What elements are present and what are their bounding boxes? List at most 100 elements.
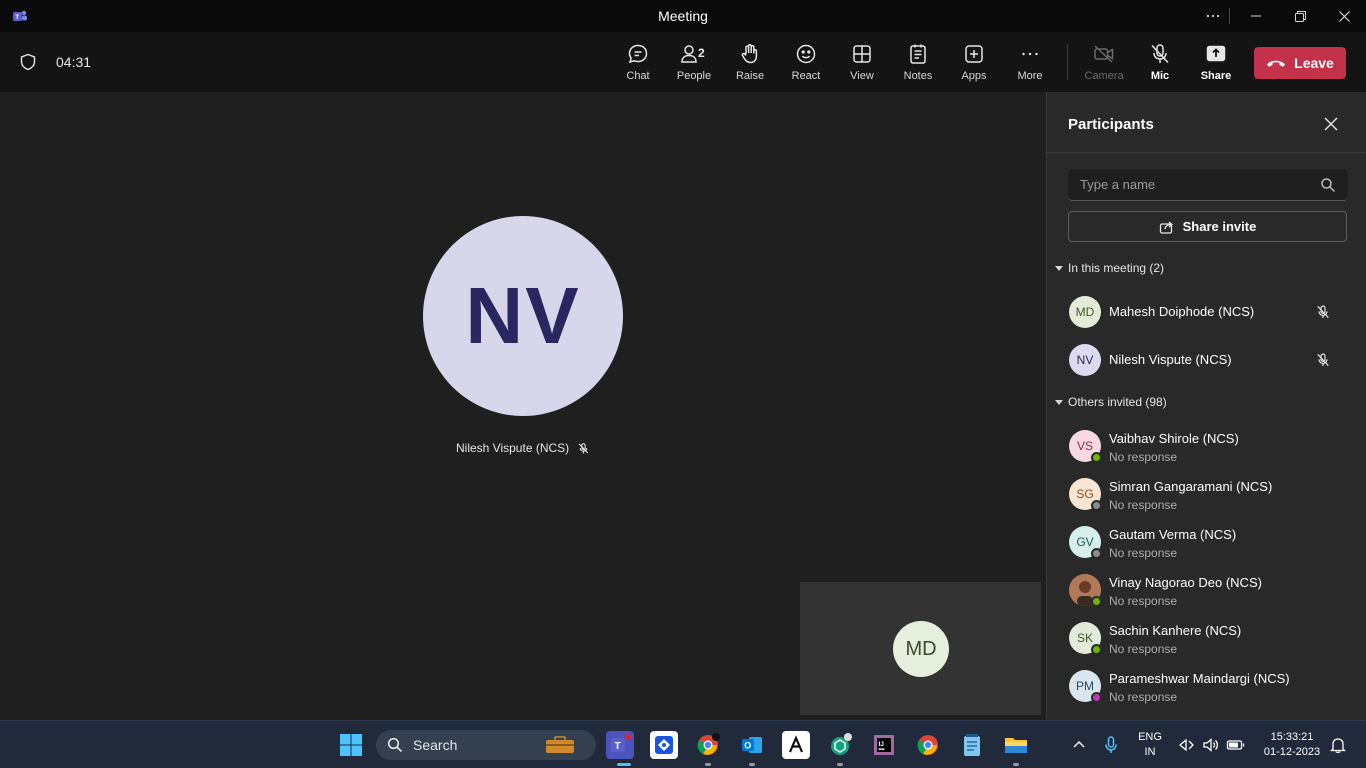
participant-name: Vinay Nagorao Deo (NCS) — [1109, 575, 1262, 590]
presence-offline-icon — [1091, 548, 1102, 559]
participant-name: Vaibhav Shirole (NCS) — [1109, 431, 1239, 446]
mic-label: Mic — [1150, 70, 1170, 82]
chat-button[interactable]: Chat — [612, 42, 664, 88]
outlook-taskbar-icon[interactable]: O — [738, 731, 766, 759]
apps-label: Apps — [961, 70, 987, 82]
participant-name: Simran Gangaramani (NCS) — [1109, 479, 1273, 494]
participant-row[interactable]: MD Mahesh Doiphode (NCS) — [1069, 292, 1359, 332]
participant-search-input[interactable] — [1080, 177, 1310, 192]
mic-off-icon — [1317, 353, 1329, 367]
active-app-indicator — [617, 763, 631, 766]
meeting-timer: 04:31 — [56, 54, 92, 70]
people-label: People — [676, 70, 712, 82]
title-bar: T Meeting — [0, 0, 1366, 32]
invited-participant-row[interactable]: GV Gautam Verma (NCS) No response — [1069, 522, 1359, 562]
share-label: Share — [1200, 70, 1232, 82]
chatgpt-taskbar-icon[interactable] — [826, 731, 854, 759]
chrome-taskbar-icon[interactable] — [914, 731, 942, 759]
windows-start-icon[interactable] — [339, 733, 363, 757]
text-app-taskbar-icon[interactable] — [782, 731, 810, 759]
participant-search[interactable] — [1068, 169, 1348, 201]
presence-offline-icon — [1091, 500, 1102, 511]
participant-name: Sachin Kanhere (NCS) — [1109, 623, 1242, 638]
view-label: View — [850, 70, 874, 82]
chat-icon — [628, 44, 648, 64]
participants-panel: Participants Share invite In this meetin… — [1046, 92, 1366, 720]
participant-status: No response — [1109, 450, 1178, 464]
microphone-icon[interactable] — [1104, 736, 1118, 754]
search-icon — [1321, 178, 1336, 193]
minimize-button[interactable] — [1234, 0, 1278, 32]
invited-participant-row[interactable]: VS Vaibhav Shirole (NCS) No response — [1069, 426, 1359, 466]
others-invited-section-header[interactable]: Others invited (98) — [1055, 395, 1167, 409]
meeting-toolbar: 04:31 Chat 2 People Raise React View Not… — [0, 32, 1366, 94]
panel-title: Participants — [1068, 116, 1154, 133]
notepad-taskbar-icon[interactable] — [958, 731, 986, 759]
self-view-tile[interactable]: MD — [800, 582, 1041, 715]
mic-off-icon — [1151, 44, 1169, 64]
participant-status: No response — [1109, 690, 1178, 704]
presence-dnd-icon — [1091, 692, 1102, 703]
presence-available-icon — [1091, 596, 1102, 607]
share-invite-button[interactable]: Share invite — [1068, 211, 1347, 242]
react-button[interactable]: React — [780, 42, 832, 88]
restore-button[interactable] — [1278, 0, 1322, 32]
react-label: React — [791, 70, 821, 82]
panel-divider — [1047, 152, 1366, 153]
raise-hand-icon — [741, 44, 758, 64]
participant-row[interactable]: NV Nilesh Vispute (NCS) — [1069, 340, 1359, 380]
add-apps-icon — [965, 45, 983, 63]
chevron-up-icon[interactable] — [1073, 739, 1085, 749]
chat-label: Chat — [626, 70, 650, 82]
taskbar-search[interactable]: Search — [376, 730, 596, 760]
camera-button[interactable]: Camera — [1078, 42, 1130, 88]
participant-avatar: MD — [1069, 296, 1101, 328]
teams-taskbar-icon[interactable]: T — [606, 731, 634, 759]
notification-bell-icon[interactable] — [1330, 736, 1346, 754]
svg-text:T: T — [615, 741, 621, 752]
mic-button[interactable]: Mic — [1134, 42, 1186, 88]
ellipsis-icon — [1022, 52, 1038, 56]
file-explorer-taskbar-icon[interactable] — [1002, 731, 1030, 759]
notes-button[interactable]: Notes — [892, 42, 944, 88]
meeting-stage: NV Nilesh Vispute (NCS) MD — [0, 92, 1046, 720]
windows-taskbar: Search T O IJ ENG IN 15:33:21 01-12-2023 — [0, 720, 1366, 768]
apps-button[interactable]: Apps — [948, 42, 1000, 88]
invited-participant-row[interactable]: PM Parameshwar Maindargi (NCS) No respon… — [1069, 666, 1359, 706]
open-app-indicator — [705, 763, 711, 766]
self-avatar: MD — [893, 621, 949, 677]
chrome-taskbar-icon[interactable] — [694, 731, 722, 759]
smiley-icon — [796, 44, 816, 64]
close-icon[interactable] — [1323, 116, 1339, 132]
people-button[interactable]: 2 People — [668, 42, 720, 94]
collapse-chevron-icon — [1055, 265, 1063, 271]
invited-participant-row[interactable]: SG Simran Gangaramani (NCS) No response — [1069, 474, 1359, 514]
share-button[interactable]: Share — [1190, 42, 1242, 88]
share-invite-label: Share invite — [1182, 219, 1257, 234]
leave-button[interactable]: Leave — [1254, 47, 1346, 79]
invited-participant-row[interactable]: SK Sachin Kanhere (NCS) No response — [1069, 618, 1359, 658]
clock-time: 15:33:21 — [1270, 731, 1314, 743]
participant-status: No response — [1109, 498, 1178, 512]
app-taskbar-icon[interactable] — [650, 731, 678, 759]
search-icon — [387, 737, 403, 753]
intellij-taskbar-icon[interactable]: IJ — [870, 731, 898, 759]
network-icon[interactable] — [1178, 736, 1196, 754]
clock[interactable]: 15:33:21 01-12-2023 — [1254, 730, 1330, 760]
more-actions-button[interactable]: More — [1004, 42, 1056, 88]
close-window-button[interactable] — [1322, 0, 1366, 32]
language-indicator[interactable]: ENG IN — [1134, 730, 1166, 760]
in-meeting-section-header[interactable]: In this meeting (2) — [1055, 261, 1164, 275]
participant-status: No response — [1109, 594, 1178, 608]
raise-hand-button[interactable]: Raise — [724, 42, 776, 88]
briefcase-icon — [546, 736, 574, 753]
volume-icon[interactable] — [1202, 736, 1220, 754]
view-button[interactable]: View — [836, 42, 888, 88]
taskbar-search-label: Search — [413, 737, 458, 753]
presence-available-icon — [1091, 644, 1102, 655]
invited-participant-row[interactable]: Vinay Nagorao Deo (NCS) No response — [1069, 570, 1359, 610]
shield-icon[interactable] — [19, 53, 37, 71]
open-app-indicator — [837, 763, 843, 766]
battery-icon[interactable] — [1226, 737, 1246, 753]
language-line2: IN — [1144, 746, 1156, 758]
